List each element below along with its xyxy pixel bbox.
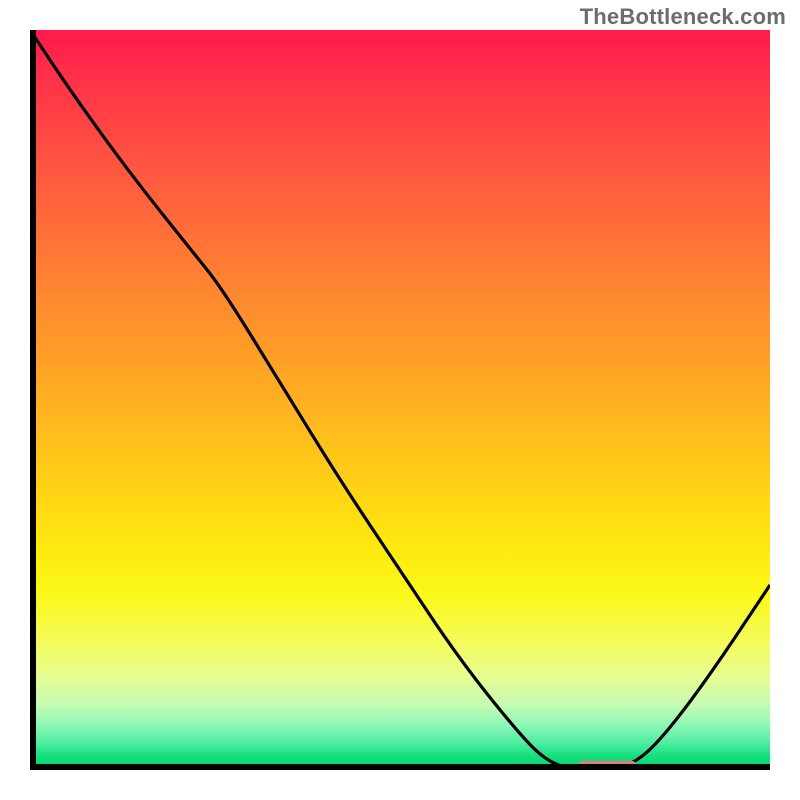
bottleneck-curve-path	[30, 30, 770, 770]
optimal-range-marker	[578, 761, 637, 770]
line-curve	[30, 30, 770, 770]
chart-container: TheBottleneck.com	[0, 0, 800, 800]
watermark-text: TheBottleneck.com	[580, 4, 786, 30]
plot-area	[30, 30, 770, 770]
